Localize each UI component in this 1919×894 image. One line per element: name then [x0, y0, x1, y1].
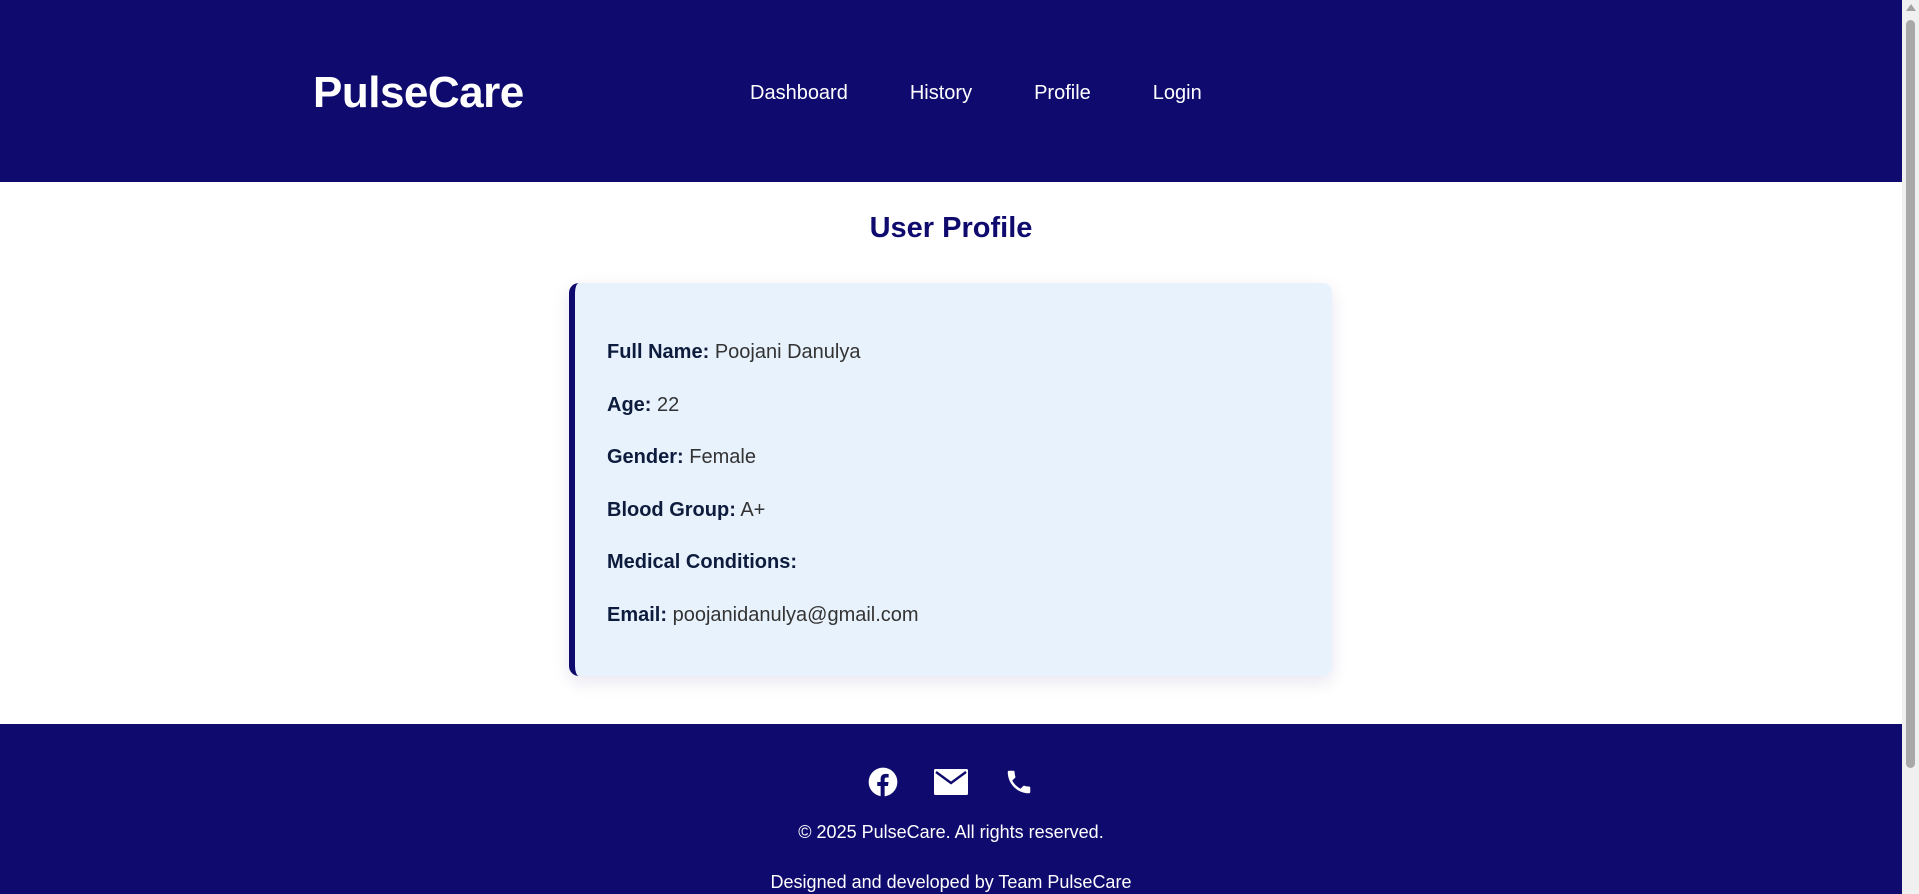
- blood-group-field: Blood Group: A+: [607, 497, 765, 523]
- blood-group-value: A+: [740, 499, 766, 521]
- site-footer: © 2025 PulseCare. All rights reserved. D…: [0, 724, 1902, 894]
- gender-value: Female: [689, 446, 756, 468]
- nav-dashboard[interactable]: Dashboard: [750, 80, 848, 106]
- page: PulseCare Dashboard History Profile Logi…: [0, 0, 1902, 894]
- full-name-value: Poojani Danulya: [714, 341, 861, 363]
- site-header: PulseCare Dashboard History Profile Logi…: [0, 0, 1902, 182]
- credit-text: Designed and developed by Team PulseCare: [770, 872, 1132, 892]
- vertical-scrollbar[interactable]: [1902, 0, 1919, 894]
- email-value: poojanidanulya@gmail.com: [672, 604, 919, 626]
- mail-icon[interactable]: [933, 764, 969, 800]
- profile-card: Full Name: Poojani Danulya Age: 22 Gende…: [569, 283, 1332, 676]
- scroll-up-arrow-icon[interactable]: [1906, 4, 1916, 11]
- gender-label: Gender:: [607, 446, 684, 468]
- blood-group-label: Blood Group:: [607, 499, 736, 521]
- nav-login[interactable]: Login: [1153, 80, 1202, 106]
- scroll-thumb[interactable]: [1906, 20, 1915, 768]
- page-title: User Profile: [869, 212, 1033, 244]
- age-field: Age: 22: [607, 392, 679, 418]
- email-label: Email:: [607, 604, 668, 626]
- social-links: [0, 764, 1902, 800]
- nav-history[interactable]: History: [910, 80, 972, 106]
- nav-profile[interactable]: Profile: [1034, 80, 1091, 106]
- medical-conditions-label: Medical Conditions:: [607, 551, 797, 573]
- phone-icon[interactable]: [1001, 764, 1037, 800]
- age-label: Age:: [607, 394, 652, 416]
- copyright-text: © 2025 PulseCare. All rights reserved.: [798, 822, 1104, 842]
- full-name-field: Full Name: Poojani Danulya: [607, 339, 860, 365]
- email-field: Email: poojanidanulya@gmail.com: [607, 602, 919, 628]
- brand-logo[interactable]: PulseCare: [313, 68, 524, 118]
- gender-field: Gender: Female: [607, 444, 756, 470]
- full-name-label: Full Name:: [607, 341, 710, 363]
- facebook-icon[interactable]: [865, 764, 901, 800]
- main-nav: Dashboard History Profile Login: [750, 80, 1202, 106]
- age-value: 22: [657, 394, 680, 416]
- medical-conditions-field: Medical Conditions:: [607, 549, 797, 575]
